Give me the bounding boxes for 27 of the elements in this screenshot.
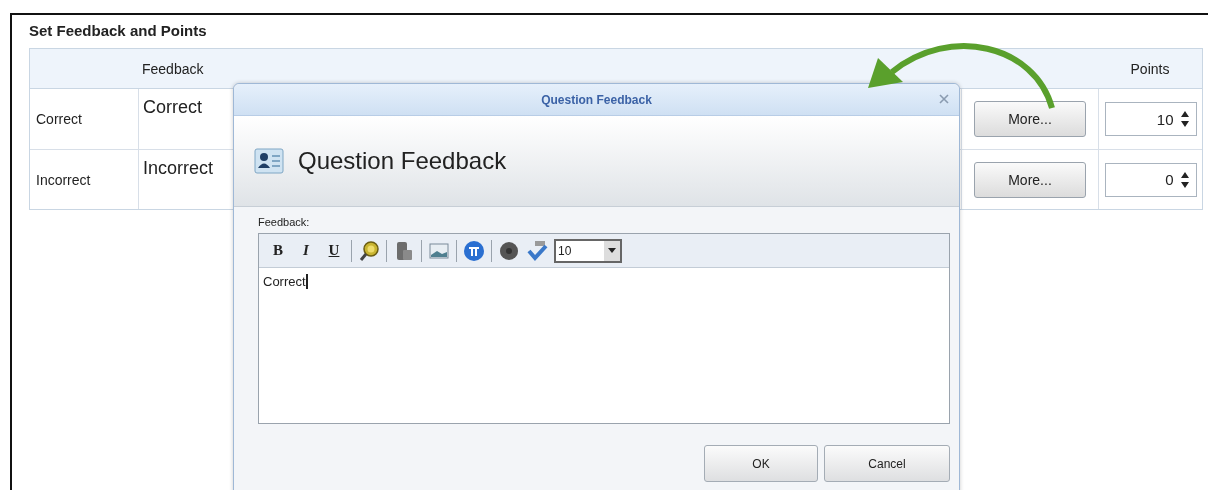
equation-icon[interactable] <box>463 239 485 262</box>
window-title: Question Feedback <box>541 92 652 107</box>
spinner-arrows-icon[interactable] <box>1179 170 1190 189</box>
table-cell-text: Correct <box>35 110 83 129</box>
editor-text: Correct <box>263 274 308 289</box>
points-spinner[interactable]: 10 <box>1104 102 1197 136</box>
italic-button[interactable]: I <box>295 239 317 262</box>
dialog-heading: Question Feedback <box>298 147 507 175</box>
underline-button[interactable]: U <box>323 239 345 262</box>
field-label: Feedback: <box>258 216 310 228</box>
spellcheck-icon[interactable] <box>526 239 548 262</box>
table-cell: Incorrect <box>30 149 138 209</box>
find-icon[interactable] <box>358 239 380 262</box>
more-button[interactable]: More... <box>974 161 1086 198</box>
spinner-arrows-icon[interactable] <box>1179 110 1190 128</box>
dropdown-icon <box>608 248 616 253</box>
more-button[interactable]: More... <box>974 101 1086 137</box>
cancel-button[interactable]: Cancel <box>824 445 950 482</box>
rich-text-editor[interactable]: B I U 10 Correct <box>258 233 950 424</box>
record-icon[interactable] <box>498 239 520 262</box>
header-cell: Points <box>1098 49 1202 89</box>
contact-card-icon <box>254 146 284 176</box>
ok-button[interactable]: OK <box>704 445 818 482</box>
points-spinner[interactable]: 0 <box>1104 162 1197 197</box>
font-size-select[interactable]: 10 <box>554 238 622 263</box>
bold-button[interactable]: B <box>267 239 289 262</box>
section-title: Set Feedback and Points <box>29 22 207 41</box>
